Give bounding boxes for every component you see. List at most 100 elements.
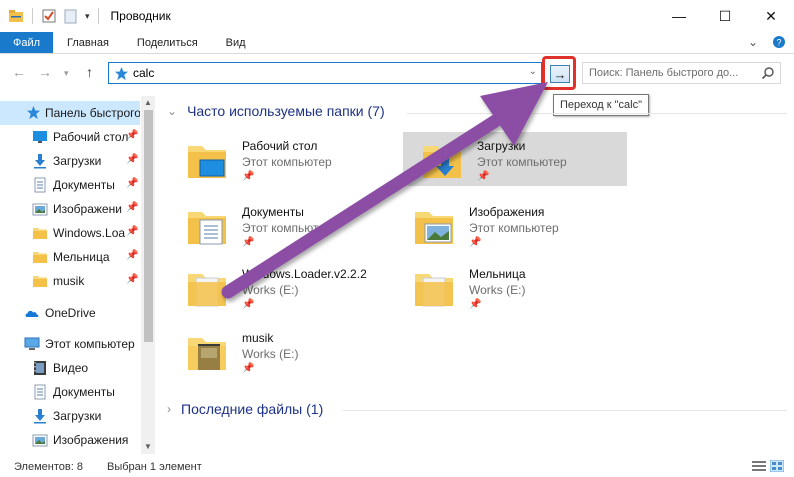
sidebar-item-label: Изображения <box>53 433 129 447</box>
group-recent-files[interactable]: › Последние файлы (1) <box>167 401 323 417</box>
folder-tile-downloads[interactable]: Загрузки Этот компьютер 📌 <box>403 132 627 186</box>
folder-name: Изображения <box>469 205 545 219</box>
folder-name: Мельница <box>469 267 526 281</box>
sidebar-item-windows-loader[interactable]: Windows.Loa 📌 <box>0 221 140 245</box>
documents-icon <box>32 384 48 400</box>
new-folder-icon[interactable] <box>63 8 79 24</box>
star-icon <box>114 66 129 84</box>
separator <box>97 8 99 24</box>
pin-icon[interactable]: 📌 <box>126 130 138 141</box>
video-icon <box>32 360 48 376</box>
tiles-view-icon[interactable] <box>769 459 785 475</box>
svg-text:?: ? <box>776 38 781 48</box>
folder-location: Этот компьютер <box>469 221 559 235</box>
folder-icon <box>32 225 48 241</box>
recent-dropdown-icon[interactable]: ▾ <box>64 68 69 79</box>
sidebar-item-label: Документы <box>53 385 115 399</box>
cloud-icon <box>24 305 40 321</box>
group-frequent-folders[interactable]: ⌄ Часто используемые папки (7) <box>167 103 385 119</box>
tab-view[interactable]: Вид <box>212 32 260 53</box>
title-bar: ▾ Проводник — ☐ ✕ <box>0 0 794 32</box>
back-arrow-icon[interactable]: ← <box>12 64 26 80</box>
scrollbar-thumb[interactable] <box>144 110 153 342</box>
minimize-button[interactable]: — <box>656 0 702 32</box>
address-dropdown-icon[interactable]: ⌄ <box>529 66 537 77</box>
pin-icon[interactable]: 📌 <box>126 154 138 165</box>
sidebar-item-this-pc[interactable]: Этот компьютер <box>0 332 140 356</box>
go-button-highlight: → <box>542 56 576 90</box>
item-count: Элементов: 8 <box>14 461 83 473</box>
go-button[interactable]: → <box>550 65 570 83</box>
tab-file[interactable]: Файл <box>0 32 54 53</box>
sidebar-item-label: Документы <box>53 178 115 192</box>
arrow-right-icon: → <box>553 66 567 82</box>
group-title: Часто используемые папки (7) <box>187 103 385 119</box>
sidebar-item-quick-access[interactable]: Панель быстрого <box>0 101 140 125</box>
up-arrow-icon[interactable]: ↑ <box>86 64 93 80</box>
sidebar-item-label: Этот компьютер <box>45 337 135 351</box>
sidebar-item-downloads-pc[interactable]: Загрузки <box>0 404 140 428</box>
address-input[interactable] <box>133 66 513 80</box>
window-title: Проводник <box>110 9 171 23</box>
quick-access-dropdown-icon[interactable]: ▾ <box>85 11 90 22</box>
folder-icon <box>186 266 228 310</box>
sidebar-item-pictures[interactable]: Изображени 📌 <box>0 197 140 221</box>
folder-tile-desktop[interactable]: Рабочий стол Этот компьютер 📌 <box>168 132 383 188</box>
navigation-pane: Панель быстрого Рабочий стол 📌 Загрузки … <box>0 96 155 454</box>
pin-icon[interactable]: 📌 <box>126 226 138 237</box>
tab-home[interactable]: Главная <box>53 32 123 53</box>
folder-location: Этот компьютер <box>242 221 332 235</box>
group-divider <box>407 113 787 114</box>
pin-icon[interactable]: 📌 <box>126 250 138 261</box>
status-bar: Элементов: 8 Выбран 1 элемент <box>0 454 794 477</box>
group-title: Последние файлы (1) <box>181 401 324 417</box>
folder-icon <box>32 273 48 289</box>
folder-location: Works (E:) <box>242 283 299 297</box>
chevron-down-icon[interactable]: ⌄ <box>748 35 758 52</box>
sidebar-item-video[interactable]: Видео <box>0 356 140 380</box>
sidebar-item-pictures-pc[interactable]: Изображения <box>0 428 140 452</box>
folder-tile-melnitsa[interactable]: Мельница Works (E:) 📌 <box>395 260 610 316</box>
folder-name: Загрузки <box>477 139 526 153</box>
sidebar-item-desktop[interactable]: Рабочий стол 📌 <box>0 125 140 149</box>
folder-location: Works (E:) <box>242 347 299 361</box>
pin-icon[interactable]: 📌 <box>126 274 138 285</box>
documents-icon <box>32 177 48 193</box>
close-button[interactable]: ✕ <box>748 0 794 32</box>
folder-tile-windows-loader[interactable]: Windows.Loader.v2.2.2 Works (E:) 📌 <box>168 260 383 316</box>
sidebar-item-melnitsa[interactable]: Мельница 📌 <box>0 245 140 269</box>
sidebar-item-label: Изображени <box>53 202 122 216</box>
sidebar-scrollbar[interactable]: ▲ ▼ <box>141 96 155 454</box>
sidebar-item-documents[interactable]: Документы 📌 <box>0 173 140 197</box>
pin-icon[interactable]: 📌 <box>126 178 138 189</box>
forward-arrow-icon[interactable]: → <box>38 64 52 80</box>
group-divider <box>343 410 787 411</box>
chevron-right-icon: › <box>167 402 171 416</box>
tab-share[interactable]: Поделиться <box>123 32 212 53</box>
folder-tile-pictures[interactable]: Изображения Этот компьютер 📌 <box>395 198 610 254</box>
sidebar-item-documents-pc[interactable]: Документы <box>0 380 140 404</box>
search-icon[interactable] <box>761 66 775 83</box>
scroll-up-icon[interactable]: ▲ <box>144 98 152 107</box>
search-box[interactable]: Поиск: Панель быстрого до... <box>582 62 781 84</box>
folder-app-icon[interactable] <box>8 8 24 24</box>
properties-icon[interactable] <box>41 8 57 24</box>
pin-icon[interactable]: 📌 <box>126 202 138 213</box>
maximize-button[interactable]: ☐ <box>702 0 748 32</box>
folder-icon <box>413 266 455 310</box>
folder-tile-documents[interactable]: Документы Этот компьютер 📌 <box>168 198 383 254</box>
sidebar-item-label: Панель быстрого <box>45 106 140 120</box>
separator <box>32 8 33 24</box>
address-row: ← → ▾ ↑ ⌄ → Поиск: Панель быстрого до... <box>0 54 794 92</box>
sidebar-item-downloads[interactable]: Загрузки 📌 <box>0 149 140 173</box>
sidebar-item-musik[interactable]: musik 📌 <box>0 269 140 293</box>
help-icon[interactable]: ? <box>772 35 786 52</box>
sidebar-item-onedrive[interactable]: OneDrive <box>0 301 140 325</box>
scroll-down-icon[interactable]: ▼ <box>144 442 152 451</box>
folder-tile-musik[interactable]: musik Works (E:) 📌 <box>168 324 383 380</box>
pin-icon: 📌 <box>242 171 255 182</box>
folder-name: musik <box>242 331 274 345</box>
address-bar[interactable]: ⌄ <box>108 62 542 84</box>
details-view-icon[interactable] <box>752 460 766 475</box>
desktop-folder-icon <box>186 138 228 182</box>
